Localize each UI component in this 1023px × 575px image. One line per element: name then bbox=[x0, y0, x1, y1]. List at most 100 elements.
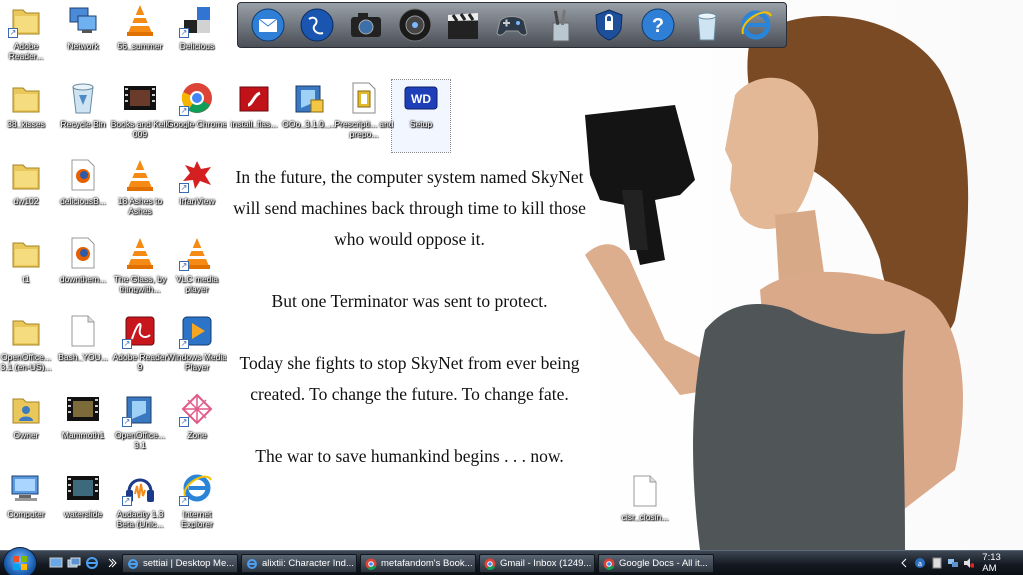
quick-launch-internet-explorer[interactable] bbox=[84, 556, 100, 570]
desktop-icon-recycle-bin[interactable]: Recycle Bin bbox=[54, 80, 112, 152]
desktop-icon-label: deliciousB... bbox=[60, 196, 106, 206]
clock[interactable]: 7:13 AM bbox=[982, 552, 1015, 574]
video-file-icon bbox=[124, 86, 156, 110]
tray-expand-icon[interactable] bbox=[898, 557, 909, 569]
desktop-icon-google-chrome[interactable]: ↗ Google Chrome bbox=[167, 80, 227, 152]
wallpaper-figure bbox=[585, 16, 969, 550]
volume-muted-icon[interactable] bbox=[963, 557, 975, 569]
desktop-icon-deliciousb[interactable]: deliciousB... bbox=[54, 157, 112, 229]
dock-speaker[interactable] bbox=[395, 5, 435, 45]
shortcut-arrow-icon: ↗ bbox=[179, 339, 189, 349]
taskbar-item-label: Gmail - Inbox (1249... bbox=[500, 558, 592, 569]
desktop-icon-openoffice-folder[interactable]: OpenOffice... 3.1 (en-US)... bbox=[0, 313, 55, 385]
chrome-icon bbox=[484, 558, 496, 570]
desktop-icon-irfanview[interactable]: ↗ IrfanView bbox=[168, 157, 226, 229]
system-tray: a 7:13 AM bbox=[898, 551, 1023, 575]
svg-text:?: ? bbox=[652, 15, 664, 37]
shortcut-arrow-icon: ↗ bbox=[179, 183, 189, 193]
desktop-icon-label: Adobe Reader... bbox=[8, 41, 44, 61]
desktop-icon-56-summer[interactable]: 56_summer bbox=[111, 2, 169, 74]
desktop-icon-dw102[interactable]: dw102 bbox=[0, 157, 55, 229]
desktop-icon-label: 38_kisses bbox=[7, 119, 45, 129]
desktop-icon-label: install_flas... bbox=[230, 119, 278, 129]
desktop-icon-prescription[interactable]: Prescripti... and prepo... bbox=[334, 80, 394, 152]
desktop-icon-ooo-installer[interactable]: OOo_3.1.0_... bbox=[280, 80, 338, 152]
dock-pencil-cup[interactable] bbox=[541, 5, 581, 45]
show-desktop-icon bbox=[49, 557, 63, 568]
switch-windows-icon bbox=[67, 557, 81, 568]
desktop-icon-label: Owner bbox=[13, 430, 39, 440]
desktop-icon-audacity[interactable]: ↗ Audacity 1.3 Beta (Unic... bbox=[111, 470, 169, 542]
desktop-icon-bash-you[interactable]: Bash_YOU... bbox=[54, 313, 112, 385]
dock-internet-explorer[interactable] bbox=[736, 5, 776, 45]
pencil-cup-icon bbox=[552, 9, 570, 42]
quote-line-4: The war to save humankind begins . . . n… bbox=[255, 446, 564, 466]
shortcut-arrow-icon: ↗ bbox=[122, 496, 132, 506]
desktop-icon-downthem[interactable]: downthem... bbox=[54, 235, 112, 307]
desktop-icon-openoffice-3-1[interactable]: ↗ OpenOffice... 3.1 bbox=[111, 391, 169, 463]
desktop-icon-zone[interactable]: ↗ Zone bbox=[168, 391, 226, 463]
dock-gamepad[interactable] bbox=[492, 5, 532, 45]
quick-launch-switch-windows[interactable] bbox=[66, 556, 82, 570]
dock-trash[interactable] bbox=[687, 5, 727, 45]
language-icon[interactable]: a bbox=[914, 557, 926, 569]
quick-launch-chevron[interactable] bbox=[104, 556, 120, 570]
desktop-icon-mammoth1[interactable]: Mammoth1 bbox=[54, 391, 112, 463]
taskbar-item[interactable]: Gmail - Inbox (1249... bbox=[479, 554, 595, 573]
taskbar-item[interactable]: alixtii: Character Ind... bbox=[241, 554, 357, 573]
trash-icon bbox=[697, 12, 717, 41]
desktop-icon-label: Zone bbox=[187, 430, 207, 440]
desktop-icon-setup[interactable]: WD Setup bbox=[391, 79, 451, 153]
desktop-icon-delicious[interactable]: ↗ Delicious bbox=[168, 2, 226, 74]
desktop-icon-waterslide[interactable]: waterslide bbox=[54, 470, 112, 542]
ie-icon bbox=[86, 557, 98, 569]
dock-security[interactable] bbox=[589, 5, 629, 45]
dock-mail[interactable] bbox=[248, 5, 288, 45]
desktop-icon-adobe-reader-folder[interactable]: ↗ Adobe Reader... bbox=[0, 2, 55, 74]
desktop-icon-network[interactable]: Network bbox=[54, 2, 112, 74]
desktop-icon-owner[interactable]: Owner bbox=[0, 391, 55, 463]
desktop-icon-the-glass[interactable]: The Glass, by thingwith... bbox=[111, 235, 169, 307]
wd-setup-icon: WD bbox=[404, 86, 438, 110]
taskbar-item[interactable]: settiai | Desktop Me... bbox=[122, 554, 238, 573]
dock-help[interactable]: ? bbox=[638, 5, 678, 45]
network-tray-icon[interactable] bbox=[947, 557, 958, 569]
desktop-icon-label: Computer bbox=[7, 509, 45, 519]
desktop-icon-t1[interactable]: t1 bbox=[0, 235, 55, 307]
desktop-icon-label: dw102 bbox=[13, 196, 39, 206]
document-icon bbox=[352, 82, 376, 114]
desktop-icon-cisr-closing[interactable]: cisr_closin... bbox=[616, 473, 674, 545]
start-button[interactable] bbox=[3, 547, 37, 575]
shortcut-arrow-icon: ↗ bbox=[179, 106, 189, 116]
desktop-icon-ashes-to-ashes[interactable]: 18 Ashes to Ashes bbox=[111, 157, 169, 229]
desktop-icon-label: Bash_YOU... bbox=[58, 352, 108, 362]
taskbar-item[interactable]: Google Docs - All it... bbox=[598, 554, 714, 573]
desktop-icon-label: OpenOffice... 3.1 bbox=[115, 430, 165, 450]
wallpaper-quote: In the future, the computer system named… bbox=[232, 162, 587, 472]
camera-icon bbox=[350, 13, 381, 37]
svg-text:WD: WD bbox=[411, 92, 431, 106]
blank-file-icon bbox=[633, 475, 657, 507]
desktop-icon-internet-explorer[interactable]: ↗ Internet Explorer bbox=[168, 470, 226, 542]
desktop-icon-label: Windows Media Player bbox=[167, 352, 227, 372]
desktop-icon-adobe-reader-9[interactable]: ↗ Adobe Reader 9 bbox=[111, 313, 169, 385]
desktop-icon-label: VLC media player bbox=[175, 274, 219, 294]
shortcut-arrow-icon: ↗ bbox=[8, 28, 18, 38]
quick-launch-show-desktop[interactable] bbox=[48, 556, 64, 570]
desktop-icon-label: waterslide bbox=[63, 509, 103, 519]
folder-icon bbox=[12, 320, 40, 346]
desktop-icon-install-flash[interactable]: install_flas... bbox=[225, 80, 283, 152]
dock-clapperboard[interactable] bbox=[443, 5, 483, 45]
desktop-icon-vlc-media-player[interactable]: ↗ VLC media player bbox=[168, 235, 226, 307]
speaker-icon bbox=[398, 8, 432, 42]
vlc-icon bbox=[127, 238, 153, 269]
desktop-icon-computer[interactable]: Computer bbox=[0, 470, 55, 542]
dock-camera[interactable] bbox=[346, 5, 386, 45]
desktop-icon-books-and-kelli[interactable]: Books and Kelli 009 bbox=[111, 80, 169, 152]
taskbar-item[interactable]: metafandom's Book... bbox=[360, 554, 476, 573]
desktop-icon-38-kisses[interactable]: 38_kisses bbox=[0, 80, 55, 152]
device-icon[interactable] bbox=[931, 557, 942, 569]
computer-icon bbox=[11, 475, 39, 501]
desktop-icon-windows-media-player[interactable]: ↗ Windows Media Player bbox=[167, 313, 227, 385]
dock-globe[interactable] bbox=[297, 5, 337, 45]
